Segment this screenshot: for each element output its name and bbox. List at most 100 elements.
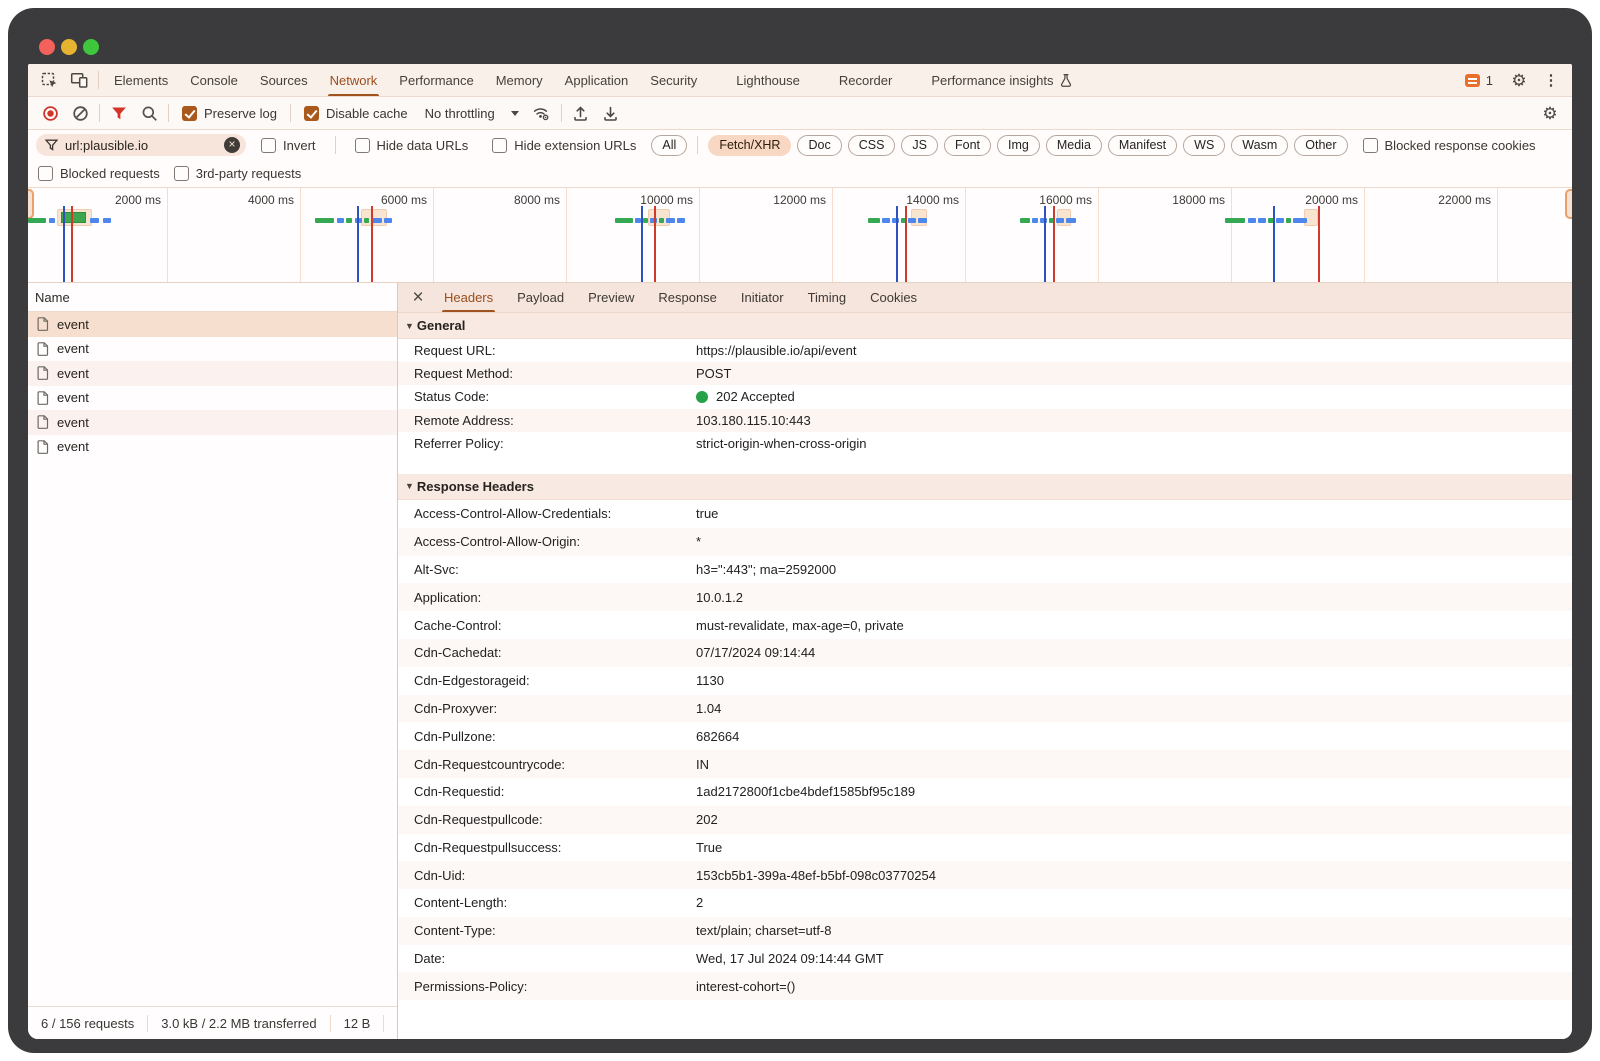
tab-security[interactable]: Security [639,64,708,96]
overview-left-handle[interactable] [28,189,34,219]
document-icon [37,342,49,356]
zoom-window-button[interactable] [83,39,99,55]
filter-pill-all[interactable]: All [651,135,687,156]
checkbox-unchecked [174,166,189,181]
tab-performance-insights[interactable]: Performance insights [920,64,1084,96]
filter-pill-manifest[interactable]: Manifest [1108,135,1177,156]
header-value: True [696,840,1572,855]
filter-pill-css[interactable]: CSS [848,135,896,156]
tab-recorder[interactable]: Recorder [828,64,903,96]
tab-memory[interactable]: Memory [485,64,554,96]
detail-tab-initiator[interactable]: Initiator [729,283,796,312]
throttling-dropdown[interactable]: No throttling [425,106,519,121]
export-har-icon[interactable] [596,100,626,127]
clear-filter-icon[interactable]: × [224,137,240,153]
waterfall-dash [615,218,633,223]
header-value-text: 202 [696,812,718,827]
response-headers-section-header[interactable]: ▼ Response Headers [398,474,1572,500]
header-row: Access-Control-Allow-Origin:* [398,528,1572,556]
tab-elements[interactable]: Elements [103,64,179,96]
import-har-icon[interactable] [566,100,596,127]
detail-tab-payload[interactable]: Payload [505,283,576,312]
request-row[interactable]: event [28,410,397,435]
request-row[interactable]: event [28,386,397,411]
header-value-text: 2 [696,895,703,910]
detail-tab-cookies[interactable]: Cookies [858,283,929,312]
tab-lighthouse[interactable]: Lighthouse [725,64,811,96]
header-value: true [696,506,1572,521]
header-value: Wed, 17 Jul 2024 09:14:44 GMT [696,951,1572,966]
clear-network-log-icon[interactable] [65,100,95,127]
waterfall-dash [337,218,344,223]
detail-tab-headers[interactable]: Headers [432,283,505,312]
more-options-kebab-icon[interactable]: ⋮ [1536,67,1566,94]
request-row[interactable]: event [28,361,397,386]
close-window-button[interactable] [39,39,55,55]
request-name: event [57,341,89,356]
record-network-log-icon[interactable] [35,100,65,127]
close-icon[interactable]: × [404,284,432,312]
timeline-gridline [832,188,833,282]
filter-pill-wasm[interactable]: Wasm [1231,135,1288,156]
checkbox-checked [182,106,197,121]
settings-gear-icon[interactable]: ⚙ [1504,67,1534,94]
filter-icon[interactable] [104,100,134,127]
request-row[interactable]: event [28,435,397,460]
filter-pill-doc[interactable]: Doc [797,135,841,156]
filter-pill-img[interactable]: Img [997,135,1040,156]
header-value: text/plain; charset=utf-8 [696,923,1572,938]
device-toolbar-icon[interactable] [64,67,94,94]
header-row: Referrer Policy:strict-origin-when-cross… [398,432,1572,455]
blocked-response-cookies-label: Blocked response cookies [1385,138,1536,153]
filter-pill-ws[interactable]: WS [1183,135,1225,156]
blocked-response-cookies-checkbox[interactable]: Blocked response cookies [1363,138,1536,153]
tab-performance[interactable]: Performance [388,64,484,96]
header-name: Cdn-Uid: [414,868,696,883]
tab-network[interactable]: Network [319,64,389,96]
tab-console[interactable]: Console [179,64,249,96]
overview-right-handle[interactable] [1565,189,1572,219]
inspect-element-icon[interactable] [34,67,64,94]
filter-input[interactable]: url:plausible.io × [36,134,246,156]
network-conditions-icon[interactable] [527,100,557,127]
tab-application[interactable]: Application [554,64,640,96]
hide-extension-urls-checkbox[interactable]: Hide extension URLs [492,138,636,153]
waterfall-dash [666,218,675,223]
hide-data-urls-checkbox[interactable]: Hide data URLs [355,138,469,153]
request-row[interactable]: event [28,312,397,337]
timeline-tick-label: 8000 ms [484,193,560,207]
header-name: Cdn-Requestcountrycode: [414,757,696,772]
detail-tab-response[interactable]: Response [646,283,729,312]
header-value-text: strict-origin-when-cross-origin [696,436,867,451]
blocked-requests-checkbox[interactable]: Blocked requests [38,166,160,181]
minimize-window-button[interactable] [61,39,77,55]
detail-tab-timing[interactable]: Timing [796,283,859,312]
blocked-requests-label: Blocked requests [60,166,160,181]
request-list: eventeventeventeventeventevent [28,312,397,1006]
filter-pill-font[interactable]: Font [944,135,991,156]
tab-sources[interactable]: Sources [249,64,319,96]
name-column-header[interactable]: Name [28,283,397,312]
divider [561,104,562,122]
disable-cache-checkbox[interactable]: Disable cache [304,106,408,121]
network-overview-timeline[interactable]: 2000 ms4000 ms6000 ms8000 ms10000 ms1200… [28,188,1572,283]
header-value: must-revalidate, max-age=0, private [696,618,1572,633]
filter-pill-other[interactable]: Other [1294,135,1347,156]
detail-tab-preview[interactable]: Preview [576,283,646,312]
header-row: Cdn-Requestpullcode:202 [398,806,1572,834]
network-settings-gear-icon[interactable]: ⚙ [1535,100,1565,127]
invert-checkbox[interactable]: Invert [261,138,316,153]
preserve-log-checkbox[interactable]: Preserve log [182,106,277,121]
general-section-header[interactable]: ▼ General [398,313,1572,339]
header-row: Cdn-Requestcountrycode:IN [398,750,1572,778]
search-icon[interactable] [134,100,164,127]
request-row[interactable]: event [28,337,397,362]
issues-button[interactable]: 1 [1456,67,1502,94]
invert-label: Invert [283,138,316,153]
filter-pill-js[interactable]: JS [901,135,938,156]
filter-pill-fetch-xhr[interactable]: Fetch/XHR [708,135,791,156]
timeline-gridline [1497,188,1498,282]
load-event-line [371,206,373,282]
third-party-requests-checkbox[interactable]: 3rd-party requests [174,166,302,181]
filter-pill-media[interactable]: Media [1046,135,1102,156]
